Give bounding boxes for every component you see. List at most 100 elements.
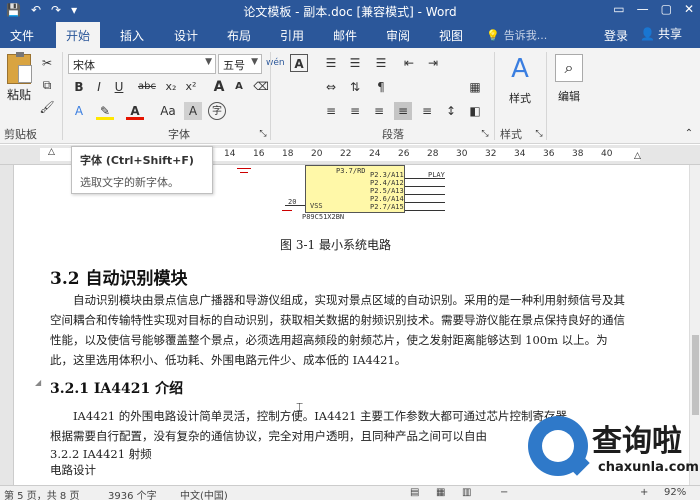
format-painter-icon[interactable]: 🖌 xyxy=(38,98,56,116)
tab-view[interactable]: 视图 xyxy=(439,27,463,44)
word-count[interactable]: 3936 个字 xyxy=(108,487,157,500)
web-layout-icon[interactable]: ▥ xyxy=(462,487,471,498)
tab-insert[interactable]: 插入 xyxy=(120,27,144,44)
zoom-in-icon[interactable]: + xyxy=(640,487,648,498)
font-size-value: 五号 xyxy=(223,59,245,72)
font-color-icon[interactable]: A xyxy=(126,102,144,120)
sort-icon[interactable]: ⇅ xyxy=(346,78,364,96)
tab-home[interactable]: 开始 xyxy=(56,22,101,48)
chinese-layout-icon[interactable]: ⇔ xyxy=(322,78,340,96)
tab-references[interactable]: 引用 xyxy=(280,27,304,44)
lightbulb-icon: 💡 xyxy=(486,28,500,42)
ruler-number: 20 xyxy=(311,149,323,159)
tab-review[interactable]: 审阅 xyxy=(386,27,410,44)
phonetic-guide-button[interactable]: wén xyxy=(266,54,285,72)
character-border-button[interactable]: A xyxy=(290,54,308,72)
borders-icon[interactable]: ▦ xyxy=(466,78,484,96)
text-effects-icon[interactable]: A xyxy=(70,102,88,120)
vertical-ruler[interactable] xyxy=(0,165,14,485)
align-right-icon[interactable]: ≡ xyxy=(370,102,388,120)
cut-icon[interactable]: ✂ xyxy=(38,54,56,72)
highlight-icon[interactable]: ✎ xyxy=(96,102,114,120)
tooltip-description: 选取文字的新字体。 xyxy=(80,176,179,189)
watermark-url: chaxunla.com xyxy=(598,460,699,475)
shading-icon[interactable]: ◧ xyxy=(466,102,484,120)
shrink-font-button[interactable]: A xyxy=(230,78,248,96)
tab-design[interactable]: 设计 xyxy=(174,27,198,44)
status-bar: 第 5 页，共 8 页 3936 个字 中文(中国) ▤ ▦ ▥ − + 92% xyxy=(0,485,700,500)
line-spacing-icon[interactable]: ↕ xyxy=(442,102,460,120)
decrease-indent-icon[interactable]: ⇤ xyxy=(400,54,418,72)
tab-file[interactable]: 文件 xyxy=(10,27,34,44)
grow-font-button[interactable]: A xyxy=(210,78,228,96)
share-button[interactable]: 👤 共享 xyxy=(640,25,682,42)
ruler-number: 30 xyxy=(456,149,468,159)
first-line-indent-marker[interactable]: △ xyxy=(48,147,55,157)
chevron-down-icon: ▼ xyxy=(251,57,258,67)
superscript-button[interactable]: x² xyxy=(182,78,200,96)
language-indicator[interactable]: 中文(中国) xyxy=(180,487,228,500)
login-button[interactable]: 登录 xyxy=(604,27,628,44)
person-icon: 👤 xyxy=(640,26,655,41)
justify-icon[interactable]: ≡ xyxy=(394,102,412,120)
zoom-out-icon[interactable]: − xyxy=(500,487,508,498)
tab-layout[interactable]: 布局 xyxy=(227,27,251,44)
figure-caption: 图 3-1 最小系统电路 xyxy=(280,238,391,252)
font-size-combobox[interactable]: 五号 ▼ xyxy=(218,54,262,74)
page-count[interactable]: 第 5 页，共 8 页 xyxy=(4,487,79,500)
right-indent-marker[interactable]: △ xyxy=(634,151,641,161)
bullets-icon[interactable]: ☰ xyxy=(322,54,340,72)
read-mode-icon[interactable]: ▤ xyxy=(410,487,419,498)
numbering-icon[interactable]: ☰ xyxy=(346,54,364,72)
styles-label: 样式 xyxy=(509,92,531,105)
paste-button[interactable]: 粘贴 xyxy=(4,52,34,103)
bold-button[interactable]: B xyxy=(70,78,88,96)
ruler-number: 22 xyxy=(340,149,352,159)
paragraph-dialog-launcher-icon[interactable]: ⤡ xyxy=(476,125,494,143)
font-name-value: 宋体 xyxy=(73,59,95,72)
wire xyxy=(285,205,305,206)
align-center-icon[interactable]: ≡ xyxy=(346,102,364,120)
font-tooltip: 字体 (Ctrl+Shift+F) 选取文字的新字体。 xyxy=(71,146,213,194)
body-line: 3.2.2 IA4421 射频 xyxy=(50,447,152,461)
zoom-level[interactable]: 92% xyxy=(664,487,686,498)
group-divider xyxy=(494,52,495,140)
minimize-button[interactable]: — xyxy=(637,2,649,16)
print-layout-icon[interactable]: ▦ xyxy=(436,487,445,498)
close-button[interactable]: ✕ xyxy=(684,2,694,16)
ground-symbol xyxy=(240,172,248,173)
collapse-ribbon-icon[interactable]: ⌃ xyxy=(680,125,698,143)
show-hide-marks-icon[interactable]: ¶ xyxy=(372,78,390,96)
character-shading-icon[interactable]: A xyxy=(184,102,202,120)
styles-button[interactable]: A 样式 xyxy=(500,54,540,106)
editing-label: 编辑 xyxy=(558,90,580,103)
underline-button[interactable]: U xyxy=(110,78,128,96)
clear-formatting-icon[interactable]: ⌫ xyxy=(252,78,270,96)
clipboard-icon xyxy=(7,52,32,84)
body-line: IA4421 的外围电路设计简单灵活，控制方便。IA4421 主要工作参数大都可… xyxy=(50,409,568,423)
ribbon-display-options-icon[interactable]: ▭ xyxy=(613,2,624,16)
maximize-button[interactable]: ▢ xyxy=(661,2,672,16)
group-divider xyxy=(546,52,547,140)
chevron-down-icon: ▼ xyxy=(205,57,212,67)
subscript-button[interactable]: x₂ xyxy=(162,78,180,96)
copy-icon[interactable]: ⧉ xyxy=(38,76,56,94)
group-divider xyxy=(62,52,63,140)
multilevel-list-icon[interactable]: ☰ xyxy=(372,54,390,72)
strikethrough-button[interactable]: abc xyxy=(134,78,160,96)
ruler-number: 36 xyxy=(543,149,555,159)
editing-button[interactable]: ⌕ 编辑 xyxy=(552,54,586,104)
enclose-characters-icon[interactable]: 字 xyxy=(208,102,226,120)
italic-button[interactable]: I xyxy=(90,78,108,96)
change-case-button[interactable]: Aa xyxy=(156,102,180,120)
distributed-icon[interactable]: ≡ xyxy=(418,102,436,120)
scrollbar-thumb[interactable] xyxy=(692,335,699,415)
align-left-icon[interactable]: ≡ xyxy=(322,102,340,120)
font-name-combobox[interactable]: 宋体 ▼ xyxy=(68,54,216,74)
tell-me-box[interactable]: 💡 告诉我... xyxy=(486,27,547,43)
styles-icon: A xyxy=(511,54,529,84)
tab-mailings[interactable]: 邮件 xyxy=(333,27,357,44)
pin-label: P2.3/A11 xyxy=(370,171,404,179)
collapse-heading-icon[interactable]: ◢ xyxy=(35,378,41,387)
increase-indent-icon[interactable]: ⇥ xyxy=(424,54,442,72)
